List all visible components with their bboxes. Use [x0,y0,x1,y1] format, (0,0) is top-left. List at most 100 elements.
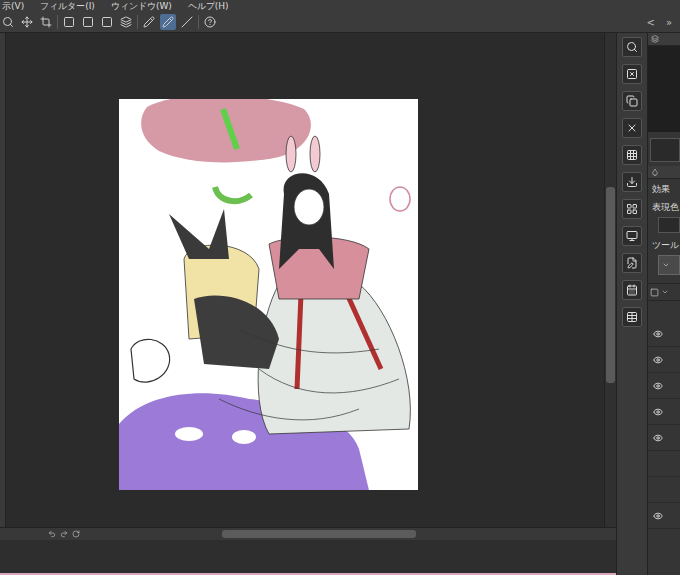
work-row [0,33,616,527]
tool-button[interactable] [61,14,77,30]
command-button[interactable] [622,253,642,273]
vertical-scrollbar[interactable] [604,33,616,527]
bunny-ear-shape [310,136,320,172]
tool-button[interactable] [160,14,176,30]
eye-icon [653,381,663,391]
small-bunny-shape [390,187,410,211]
visibility-toggle[interactable] [652,380,664,392]
color-icon[interactable] [651,168,659,176]
eye-icon [653,407,663,417]
menu-item[interactable]: フィルター(I) [40,0,95,12]
layer-row[interactable] [648,425,680,451]
command-icon [626,311,638,323]
command-button[interactable] [622,145,642,165]
visibility-toggle[interactable] [652,354,664,366]
tool-icon [204,16,216,28]
eye-icon [653,355,663,365]
command-icon [626,149,638,161]
tool-button[interactable] [202,14,218,30]
tool-button[interactable] [118,14,134,30]
app-window: 示(V)フィルター(I)ウィンドウ(W)ヘルプ(H)<»効果表現色ツール [0,0,680,575]
small-creature-shape [131,339,170,382]
face-shape [294,189,324,225]
canvas-page[interactable] [119,99,418,490]
toolbar-separator [198,15,199,29]
right-panel: 効果表現色ツール [647,33,680,575]
tool-icon [2,16,14,28]
tool-icon [143,16,155,28]
tool-icon [21,16,33,28]
tool-button[interactable] [99,14,115,30]
panel-label: 表現色 [648,197,680,215]
menu-item[interactable]: ウィンドウ(W) [111,0,172,12]
bottom-bar [0,527,616,540]
layer-list [648,301,680,575]
canvas-artwork[interactable] [119,99,418,490]
command-button[interactable] [622,37,642,57]
menu-bar: 示(V) フィルター(I) ウィンドウ(W) ヘルプ(H) [0,0,680,12]
panel-slider[interactable] [650,138,680,162]
tool-button[interactable] [80,14,96,30]
canvas-column [0,33,616,575]
visibility-toggle[interactable] [652,432,664,444]
black-hair-shape [279,173,334,269]
command-button[interactable] [622,280,642,300]
rotate-left-icon[interactable] [48,530,56,538]
command-button[interactable] [622,172,642,192]
layer-row[interactable] [648,347,680,373]
eye-icon [653,329,663,339]
strap-shape [347,294,381,369]
panel-dropdown[interactable] [658,255,680,275]
chevron-down-icon[interactable] [661,288,669,296]
eye-icon [653,511,663,521]
panel-control[interactable]: < [642,17,658,28]
reset-icon[interactable] [72,530,80,538]
command-button[interactable] [622,307,642,327]
layer-row[interactable] [648,321,680,347]
umbrella-shape [141,99,311,162]
command-button[interactable] [622,199,642,219]
command-icon [626,41,638,53]
layer-row[interactable] [648,503,680,529]
main-area: 効果表現色ツール [0,33,680,575]
panel-control[interactable]: » [662,17,676,28]
layers-icon[interactable] [651,35,659,43]
tool-button[interactable] [141,14,157,30]
rotate-right-icon[interactable] [60,530,68,538]
layer-row[interactable] [648,373,680,399]
visibility-toggle[interactable] [652,406,664,418]
layer-row[interactable] [648,399,680,425]
visibility-toggle[interactable] [652,328,664,340]
layer-icon[interactable] [650,288,659,297]
black-ribbon-shape [169,209,229,259]
command-button[interactable] [622,226,642,246]
visibility-toggle[interactable] [652,458,664,470]
scroll-thumb[interactable] [222,530,415,538]
black-dress-shape [194,295,279,369]
horizontal-scrollbar[interactable] [95,530,616,538]
command-button[interactable] [622,118,642,138]
command-icon [626,176,638,188]
bunny-ear-shape [286,136,296,172]
scroll-thumb[interactable] [606,187,615,383]
tool-button[interactable] [0,14,16,30]
command-icon [626,122,638,134]
menu-item[interactable]: 示(V) [2,0,24,12]
tool-button[interactable] [179,14,195,30]
tool-button[interactable] [19,14,35,30]
tool-bar: <» [0,12,680,33]
tool-icon [120,16,132,28]
menu-item[interactable]: ヘルプ(H) [188,0,229,12]
panel-field[interactable] [658,217,680,233]
command-icon [626,230,638,242]
visibility-toggle[interactable] [652,484,664,496]
command-button[interactable] [622,64,642,84]
tool-button[interactable] [38,14,54,30]
layer-row[interactable] [648,451,680,477]
command-button[interactable] [622,91,642,111]
tool-icon [162,16,174,28]
visibility-toggle[interactable] [652,510,664,522]
layer-tools [648,283,680,301]
tool-icon [101,16,113,28]
layer-row[interactable] [648,477,680,503]
